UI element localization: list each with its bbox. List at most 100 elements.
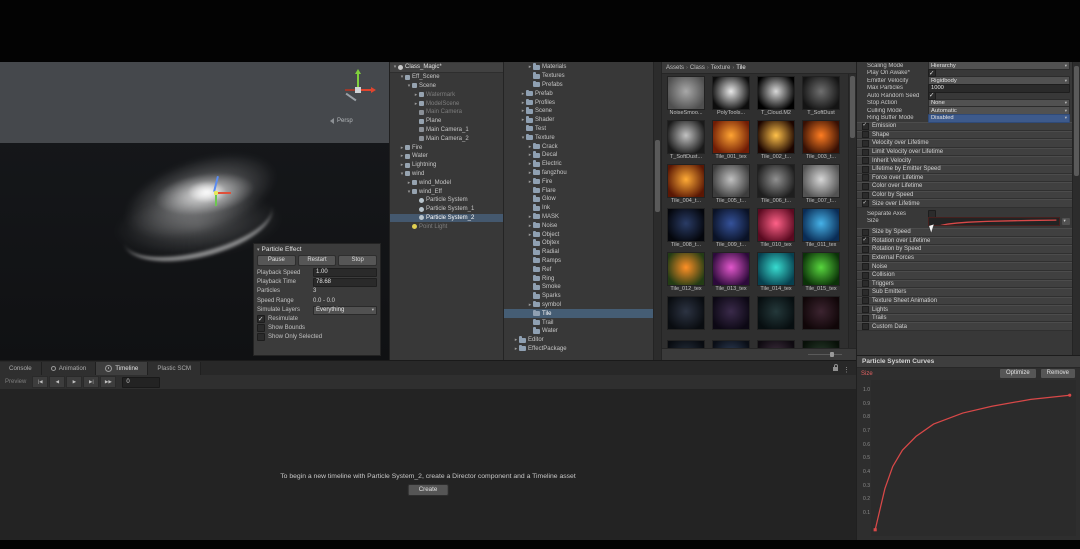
module-header[interactable]: External Forces	[857, 254, 1080, 263]
size-curve-field[interactable]	[928, 217, 1060, 226]
hierarchy-item[interactable]: Class_Magic*	[390, 63, 503, 73]
project-folder-item[interactable]: EffectPackage	[504, 345, 653, 354]
asset-tile[interactable]	[800, 296, 842, 337]
hierarchy-item[interactable]: Scene	[390, 82, 503, 91]
x-axis[interactable]	[360, 89, 372, 91]
project-folder-item[interactable]: Crack	[504, 142, 653, 151]
asset-tile[interactable]: T_SoftDust	[800, 76, 842, 117]
scrollbar-thumb[interactable]	[1074, 66, 1079, 176]
project-folder-item[interactable]: Tile	[504, 309, 653, 318]
hierarchy-item[interactable]: Main Camera_2	[390, 134, 503, 143]
hierarchy-item[interactable]: Plane	[390, 117, 503, 126]
project-folder-item[interactable]: Water	[504, 327, 653, 336]
module-checkbox[interactable]	[862, 246, 869, 253]
skip-start-button[interactable]	[32, 376, 48, 388]
hierarchy-item[interactable]: wind	[390, 170, 503, 179]
x-axis-arrow[interactable]	[217, 192, 231, 194]
module-header[interactable]: Size over Lifetime	[857, 199, 1080, 208]
asset-tile[interactable]: Tile_008_t...	[665, 208, 707, 249]
project-folder-item[interactable]: Sparks	[504, 292, 653, 301]
remove-button[interactable]: Remove	[1040, 368, 1076, 379]
asset-tile[interactable]: Tile_002_t...	[755, 120, 797, 161]
breadcrumb-segment[interactable]: Assets	[666, 65, 684, 71]
project-folder-item[interactable]: symbol	[504, 301, 653, 310]
project-folder-item[interactable]: Test	[504, 125, 653, 134]
pe-checkbox-row[interactable]: Resimulate	[254, 315, 380, 324]
hierarchy-item[interactable]: Particle System_2	[390, 214, 503, 223]
module-header[interactable]: Shape	[857, 131, 1080, 140]
module-header[interactable]: Inherit Velocity	[857, 156, 1080, 165]
tab-plastic-scm[interactable]: Plastic SCM	[148, 362, 201, 375]
module-checkbox[interactable]	[862, 237, 869, 244]
y-axis-arrow[interactable]	[215, 194, 217, 206]
asset-tile[interactable]: Tile_014_tex	[755, 252, 797, 293]
asset-tile[interactable]: Tile_006_t...	[755, 164, 797, 205]
asset-tile[interactable]: Tile_004_t...	[665, 164, 707, 205]
asset-tile[interactable]: Tile_013_tex	[710, 252, 752, 293]
module-header[interactable]: Rotation by Speed	[857, 245, 1080, 254]
project-folder-item[interactable]: Profiles	[504, 98, 653, 107]
module-header[interactable]: Texture Sheet Animation	[857, 297, 1080, 306]
project-folder-item[interactable]: Materials	[504, 63, 653, 72]
optimize-button[interactable]: Optimize	[999, 368, 1037, 379]
module-header[interactable]: Color by Speed	[857, 191, 1080, 200]
checkbox[interactable]	[928, 69, 936, 77]
project-folder-item[interactable]: Shader	[504, 116, 653, 125]
asset-tile[interactable]: T_SoftDust...	[665, 120, 707, 161]
module-header[interactable]: Color over Lifetime	[857, 182, 1080, 191]
project-folder-item[interactable]: Ink	[504, 204, 653, 213]
module-header[interactable]: Lights	[857, 305, 1080, 314]
module-header[interactable]: Noise	[857, 262, 1080, 271]
breadcrumb-segment[interactable]: Tile	[736, 65, 745, 71]
checkbox[interactable]	[257, 333, 265, 341]
gizmo-cube[interactable]	[355, 87, 361, 93]
perspective-toggle[interactable]: Persp	[330, 118, 386, 124]
project-folder-item[interactable]: Noise	[504, 221, 653, 230]
asset-tile[interactable]: Tile_005_t...	[710, 164, 752, 205]
field-value[interactable]: 1.00	[313, 268, 377, 277]
module-checkbox[interactable]	[862, 183, 869, 190]
hierarchy-item[interactable]: wind_Model	[390, 178, 503, 187]
hierarchy-item[interactable]: Fire	[390, 143, 503, 152]
project-folder-item[interactable]: Glow	[504, 195, 653, 204]
asset-tile[interactable]	[755, 340, 797, 348]
asset-tile[interactable]: Tile_011_tex	[800, 208, 842, 249]
tab-animation[interactable]: Animation	[42, 362, 97, 375]
step-forward-button[interactable]	[83, 376, 99, 388]
dropdown[interactable]: Disabled	[928, 114, 1070, 123]
project-folder-item[interactable]: Ref	[504, 265, 653, 274]
module-checkbox[interactable]	[862, 149, 869, 156]
module-header[interactable]: Collision	[857, 271, 1080, 280]
checkbox[interactable]	[257, 324, 265, 332]
module-checkbox[interactable]	[862, 255, 869, 262]
project-folder-item[interactable]: Radial	[504, 248, 653, 257]
module-header[interactable]: Triggers	[857, 280, 1080, 289]
project-folder-item[interactable]: Prefabs	[504, 81, 653, 90]
curve-plot[interactable]	[871, 380, 1076, 536]
asset-scrollbar[interactable]	[848, 74, 856, 348]
layers-dropdown[interactable]: Everything	[313, 306, 377, 315]
checkbox[interactable]	[928, 92, 936, 100]
module-header[interactable]: Velocity over Lifetime	[857, 139, 1080, 148]
module-checkbox[interactable]	[862, 174, 869, 181]
pause-button[interactable]: Pause	[257, 255, 296, 266]
module-checkbox[interactable]	[862, 140, 869, 147]
module-header[interactable]: Lifetime by Emitter Speed	[857, 165, 1080, 174]
asset-tile[interactable]: NoiseSmoo...	[665, 76, 707, 117]
project-folder-item[interactable]: Flare	[504, 186, 653, 195]
hierarchy-item[interactable]: Main Camera	[390, 108, 503, 117]
z-axis[interactable]	[346, 93, 357, 102]
gizmo-center[interactable]	[214, 191, 218, 195]
foldout-arrow-icon[interactable]	[257, 246, 260, 253]
module-checkbox[interactable]	[862, 263, 869, 270]
thumbnail-size-slider[interactable]	[808, 354, 842, 355]
asset-tile[interactable]: Tile_009_t...	[710, 208, 752, 249]
module-checkbox[interactable]	[862, 280, 869, 287]
transform-gizmo[interactable]	[196, 174, 236, 214]
project-scrollbar[interactable]	[653, 62, 661, 360]
project-folder-item[interactable]: Ring	[504, 274, 653, 283]
module-checkbox[interactable]	[862, 157, 869, 164]
project-folder-item[interactable]: Fire	[504, 177, 653, 186]
preview-toggle[interactable]: Preview	[5, 379, 26, 385]
slider-thumb[interactable]	[830, 352, 834, 357]
